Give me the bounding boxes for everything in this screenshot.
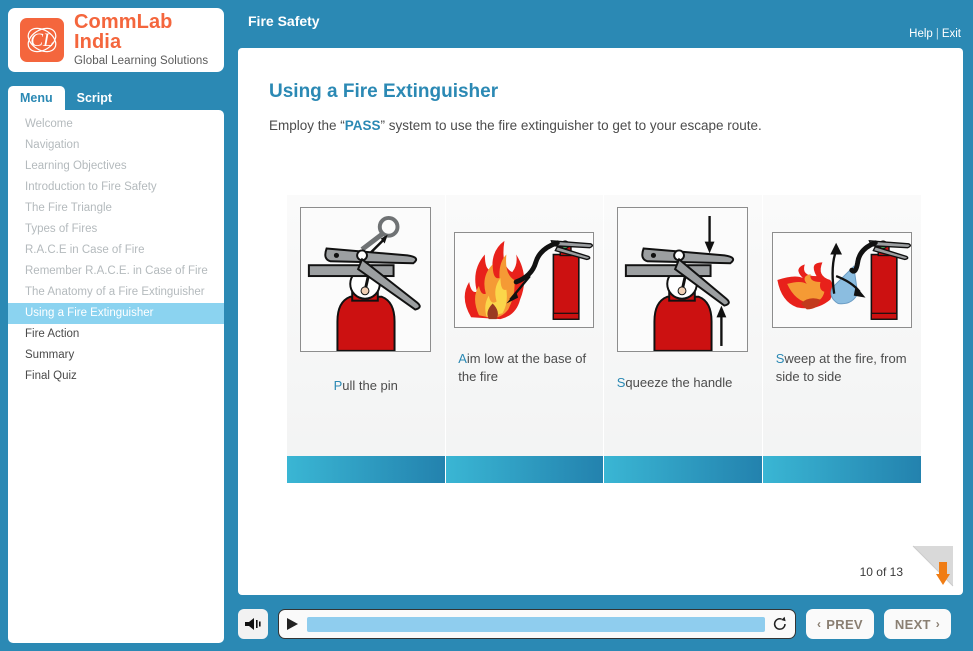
slide-subtitle-keyword: PASS — [344, 118, 381, 133]
seek-bar-container[interactable] — [278, 609, 796, 639]
sidebar-tabs: Menu Script — [8, 86, 124, 110]
help-link[interactable]: Help — [909, 28, 933, 40]
course-title: Fire Safety — [248, 13, 320, 29]
exit-link[interactable]: Exit — [942, 28, 961, 40]
extinguisher-squeeze-handle-icon — [617, 207, 749, 352]
sidebar-item-race-in-case-of-fire[interactable]: R.A.C.E in Case of Fire — [8, 240, 224, 261]
header-link-separator: | — [935, 28, 939, 40]
sidebar-item-the-fire-triangle[interactable]: The Fire Triangle — [8, 198, 224, 219]
player-controls-bar: ‹ PREV NEXT › — [238, 600, 973, 648]
sidebar-menu-panel: Welcome Navigation Learning Objectives I… — [8, 110, 224, 643]
sidebar-item-welcome[interactable]: Welcome — [8, 114, 224, 135]
speaker-icon — [245, 618, 261, 630]
pass-step-card-sweep[interactable]: Sweep at the fire, from side to side — [762, 195, 921, 483]
slide-subtitle: Employ the “PASS” system to use the fire… — [269, 118, 762, 133]
tab-menu[interactable]: Menu — [8, 86, 65, 110]
pass-step-caption-squeeze: Squeeze the handle — [617, 374, 749, 392]
pass-step-strip-pull — [287, 456, 445, 483]
play-icon — [287, 618, 298, 630]
sidebar-item-final-quiz[interactable]: Final Quiz — [8, 366, 224, 387]
sidebar-item-the-anatomy-of-a-fire-extinguisher[interactable]: The Anatomy of a Fire Extinguisher — [8, 282, 224, 303]
pass-step-caption-aim: Aim low at the base of the fire — [458, 350, 590, 386]
volume-button[interactable] — [238, 609, 268, 639]
replay-button[interactable] — [772, 616, 788, 632]
brand-name: CommLab India — [74, 11, 173, 54]
sidebar-item-types-of-fires[interactable]: Types of Fires — [8, 219, 224, 240]
pass-rest-aim: im low at the base of the fire — [458, 351, 587, 384]
next-button-label: NEXT — [894, 616, 931, 632]
brand-logo-panel: CL CommLab India Global Learning Solutio… — [8, 8, 224, 72]
brand-tagline: Global Learning Solutions — [74, 55, 209, 68]
slide-content-panel: Using a Fire Extinguisher Employ the “PA… — [238, 48, 963, 595]
commlab-logo-mark-icon: CL — [20, 18, 64, 62]
pass-step-caption-sweep: Sweep at the fire, from side to side — [776, 350, 908, 386]
tab-script[interactable]: Script — [65, 86, 124, 110]
chevron-right-icon: › — [935, 617, 941, 631]
extinguisher-aim-at-fire-icon — [454, 232, 595, 328]
sidebar-item-using-a-fire-extinguisher[interactable]: Using a Fire Extinguisher — [8, 303, 224, 324]
svg-text:CL: CL — [30, 30, 53, 51]
course-player-window: CL CommLab India Global Learning Solutio… — [0, 0, 973, 651]
header-links: Help | Exit — [909, 28, 961, 40]
extinguisher-sweep-fire-icon — [771, 232, 912, 328]
next-button[interactable]: NEXT › — [883, 609, 952, 639]
chevron-left-icon: ‹ — [817, 617, 822, 631]
pass-initial-p: P — [333, 378, 343, 393]
prev-button-label: PREV — [826, 616, 863, 632]
slide-subtitle-prefix: Employ the “ — [269, 118, 345, 133]
pass-step-card-pull[interactable]: Pull the pin — [287, 195, 446, 483]
pass-steps-container: Pull the pin Aim low at the base of the … — [287, 195, 921, 483]
prev-button[interactable]: ‹ PREV — [806, 609, 874, 639]
slide-subtitle-suffix: ” system to use the fire extinguisher to… — [380, 118, 762, 133]
sidebar-item-navigation[interactable]: Navigation — [8, 135, 224, 156]
play-button[interactable] — [286, 617, 300, 632]
slide-title: Using a Fire Extinguisher — [269, 81, 499, 102]
pass-rest-squeeze: queeze the handle — [625, 375, 733, 390]
pass-step-card-aim[interactable]: Aim low at the base of the fire — [445, 195, 604, 483]
seek-progress-track[interactable] — [307, 616, 765, 632]
course-header: Fire Safety Help | Exit — [238, 0, 973, 48]
pass-initial-a: A — [458, 351, 467, 366]
extinguisher-pull-pin-icon — [300, 207, 432, 352]
sidebar-item-remember-race-in-case-of-fire[interactable]: Remember R.A.C.E. in Case of Fire — [8, 261, 224, 282]
sidebar-item-learning-objectives[interactable]: Learning Objectives — [8, 156, 224, 177]
pass-rest-pull: ull the pin — [342, 378, 398, 393]
page-counter: 10 of 13 — [859, 565, 903, 579]
pass-step-strip-aim — [445, 456, 603, 483]
pass-step-card-squeeze[interactable]: Squeeze the handle — [604, 195, 763, 483]
replay-icon — [773, 616, 786, 630]
sidebar-item-summary[interactable]: Summary — [8, 345, 224, 366]
pass-rest-sweep: weep at the fire, from side to side — [775, 351, 907, 384]
sidebar-item-fire-action[interactable]: Fire Action — [8, 324, 224, 345]
pass-step-strip-sweep — [762, 456, 921, 483]
sidebar-item-introduction-to-fire-safety[interactable]: Introduction to Fire Safety — [8, 177, 224, 198]
page-fold-next-icon[interactable] — [909, 544, 955, 590]
pass-step-caption-pull: Pull the pin — [300, 377, 432, 395]
pass-step-strip-squeeze — [604, 456, 762, 483]
